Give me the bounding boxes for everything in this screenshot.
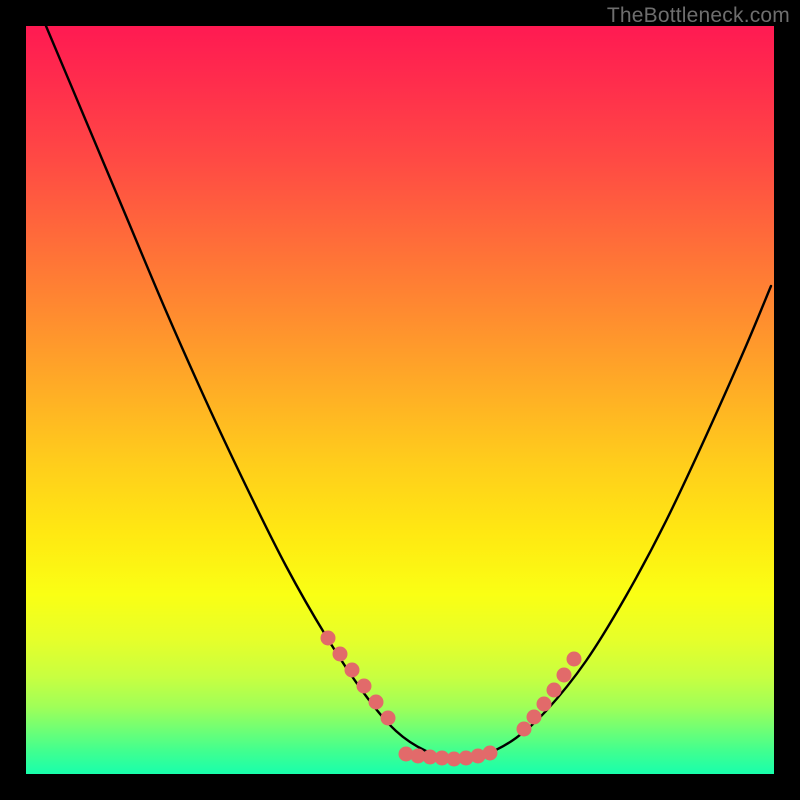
bottleneck-curve — [46, 26, 771, 759]
highlight-dot — [537, 697, 552, 712]
highlight-dot — [483, 746, 498, 761]
highlight-dot — [557, 668, 572, 683]
highlight-dot — [381, 711, 396, 726]
plot-area — [26, 26, 774, 774]
highlight-dots-group — [321, 631, 582, 767]
highlight-dot — [369, 695, 384, 710]
highlight-dot — [357, 679, 372, 694]
highlight-dot — [333, 647, 348, 662]
chart-stage: TheBottleneck.com — [0, 0, 800, 800]
curve-layer — [26, 26, 774, 774]
highlight-dot — [345, 663, 360, 678]
highlight-dot — [547, 683, 562, 698]
highlight-dot — [517, 722, 532, 737]
highlight-dot — [527, 710, 542, 725]
watermark-text: TheBottleneck.com — [607, 4, 790, 28]
highlight-dot — [321, 631, 336, 646]
highlight-dot — [567, 652, 582, 667]
